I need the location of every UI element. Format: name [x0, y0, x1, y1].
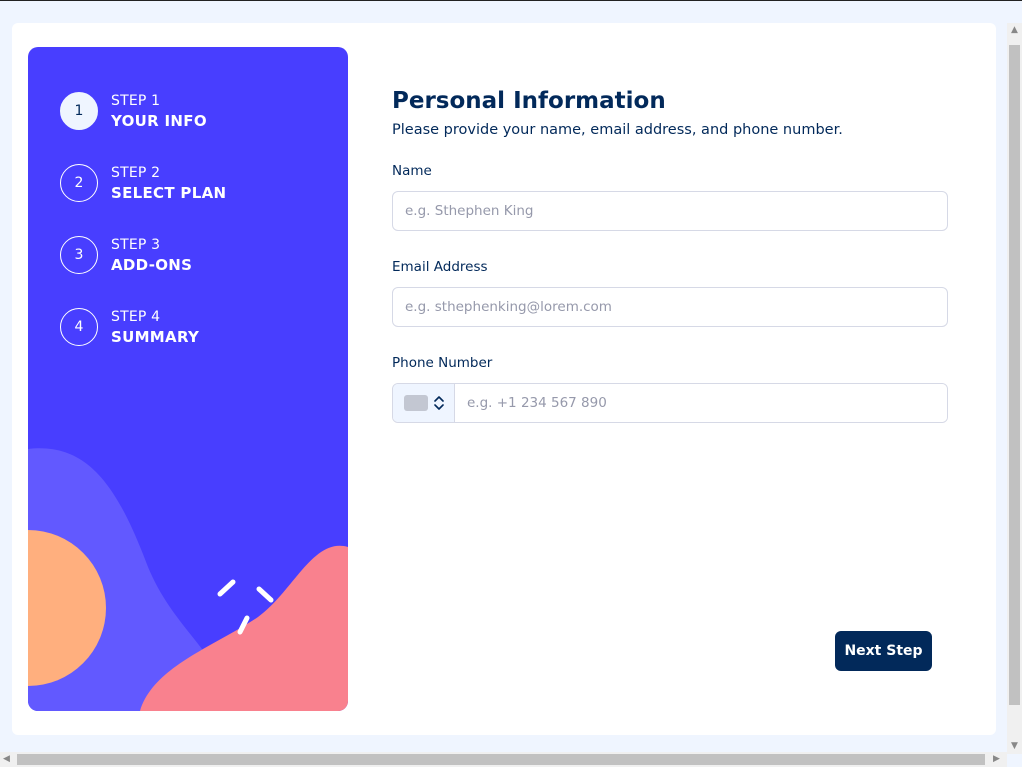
- vertical-scrollbar[interactable]: ▲ ▼: [1007, 23, 1022, 754]
- vertical-scroll-thumb[interactable]: [1009, 45, 1020, 705]
- sidebar-step-4[interactable]: 4 STEP 4 SUMMARY: [60, 307, 199, 347]
- step-title: SELECT PLAN: [111, 184, 227, 202]
- form-subtitle: Please provide your name, email address,…: [392, 122, 843, 138]
- form-card: 1 STEP 1 YOUR INFO 2 STEP 2 SELECT PLAN …: [12, 23, 996, 735]
- horizontal-scrollbar[interactable]: ◀ ▶: [0, 752, 1007, 767]
- scroll-right-icon[interactable]: ▶: [993, 752, 1000, 767]
- step-caption: STEP 1: [111, 93, 161, 109]
- step-number-badge: 3: [60, 236, 98, 274]
- step-sidebar: 1 STEP 1 YOUR INFO 2 STEP 2 SELECT PLAN …: [28, 47, 348, 711]
- step-title: SUMMARY: [111, 328, 200, 346]
- flag-placeholder-icon: [403, 395, 428, 411]
- scroll-down-icon[interactable]: ▼: [1011, 739, 1018, 754]
- sidebar-decoration: [28, 448, 348, 711]
- scroll-left-icon[interactable]: ◀: [3, 752, 10, 767]
- name-label: Name: [392, 163, 432, 179]
- phone-field-group: [392, 383, 948, 423]
- email-label: Email Address: [392, 259, 488, 275]
- form-title: Personal Information: [392, 88, 666, 114]
- sidebar-step-3[interactable]: 3 STEP 3 ADD-ONS: [60, 235, 192, 275]
- chevron-updown-icon: [433, 396, 444, 410]
- email-field[interactable]: [392, 287, 948, 327]
- step-caption: STEP 3: [111, 237, 161, 253]
- step-title: ADD-ONS: [111, 256, 193, 274]
- phone-field[interactable]: [455, 384, 947, 422]
- step-number-badge: 1: [60, 92, 98, 130]
- step-caption: STEP 4: [111, 309, 161, 325]
- next-step-button[interactable]: Next Step: [835, 631, 932, 671]
- step-number-badge: 2: [60, 164, 98, 202]
- step-number-badge: 4: [60, 308, 98, 346]
- sidebar-step-1[interactable]: 1 STEP 1 YOUR INFO: [60, 91, 207, 131]
- step-title: YOUR INFO: [111, 112, 207, 130]
- sidebar-step-2[interactable]: 2 STEP 2 SELECT PLAN: [60, 163, 226, 203]
- horizontal-scroll-thumb[interactable]: [17, 754, 985, 765]
- name-field[interactable]: [392, 191, 948, 231]
- phone-label: Phone Number: [392, 355, 493, 371]
- scroll-up-icon[interactable]: ▲: [1011, 23, 1018, 38]
- country-code-select[interactable]: [393, 384, 455, 422]
- step-caption: STEP 2: [111, 165, 161, 181]
- window-top-border: [0, 0, 1022, 1]
